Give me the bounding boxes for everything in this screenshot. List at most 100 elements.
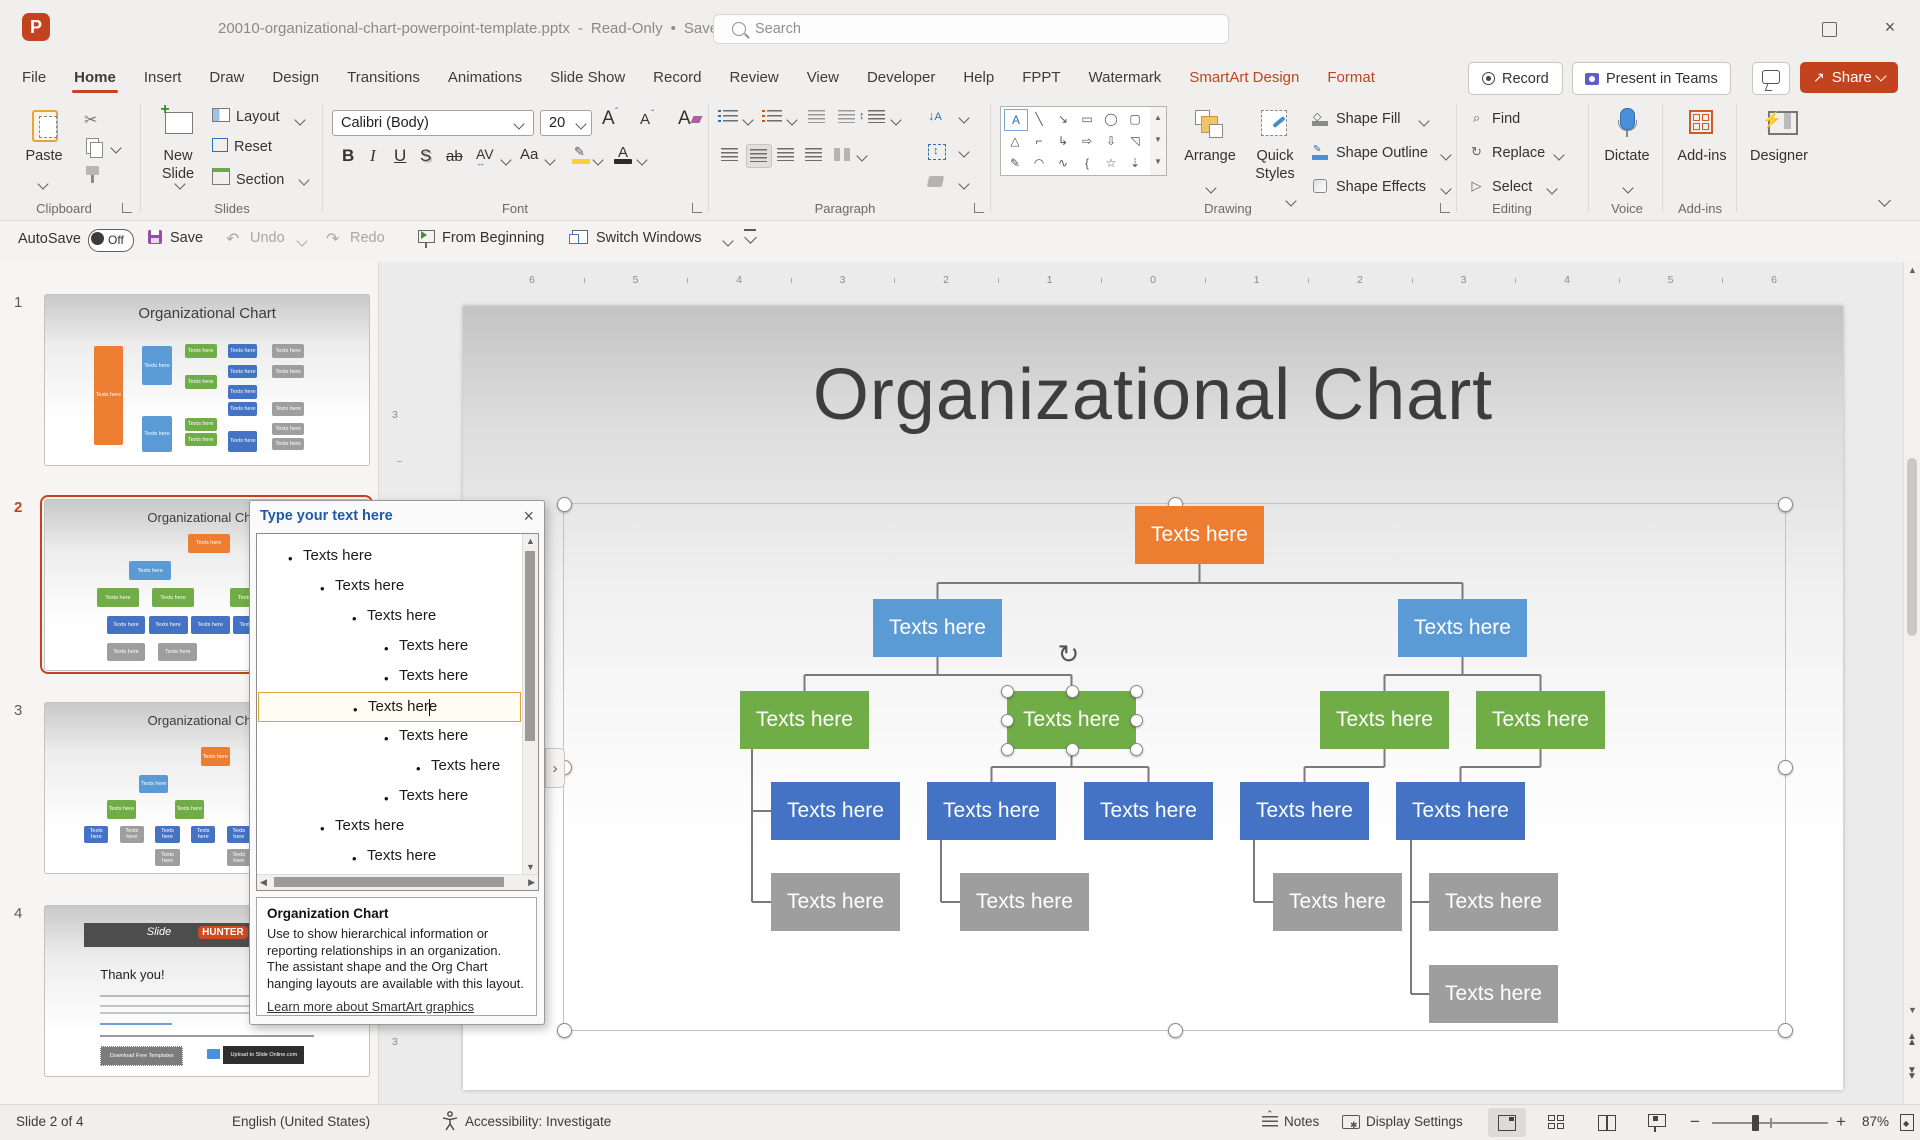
notes-button[interactable]: ⌃Notes [1262, 1110, 1332, 1136]
org-node-2[interactable]: Texts here [1398, 599, 1527, 657]
shape-effects-button[interactable]: Shape Effects [1312, 178, 1462, 200]
tab-home[interactable]: Home [60, 60, 130, 95]
record-button[interactable]: Record [1468, 62, 1563, 95]
org-node-0[interactable]: Texts here [1135, 506, 1264, 564]
scroll-down-icon[interactable]: ▼ [526, 863, 535, 872]
scroll-up-icon[interactable]: ▲ [526, 537, 535, 546]
text-direction-button[interactable]: ↓A [928, 108, 954, 128]
reset-button[interactable]: Reset [212, 138, 312, 160]
rotate-handle-icon[interactable]: ↻ [1058, 639, 1080, 670]
view-reading-button[interactable] [1588, 1108, 1626, 1137]
org-node-9[interactable]: Texts here [1084, 782, 1213, 840]
quick-styles-button[interactable]: QuickStyles [1244, 104, 1306, 200]
text-pane-item[interactable]: •Texts here [258, 602, 521, 632]
org-node-13[interactable]: Texts here [960, 873, 1089, 931]
text-pane-item-label[interactable]: Texts here [431, 757, 500, 774]
text-pane-item[interactable]: •Texts here [258, 812, 521, 842]
tab-transitions[interactable]: Transitions [333, 60, 434, 95]
scrollbar-thumb[interactable] [1907, 458, 1917, 636]
text-pane-item[interactable]: •Texts here [258, 542, 521, 572]
search-box[interactable]: Search [713, 14, 1229, 44]
cut-icon[interactable]: ✂ [84, 110, 97, 130]
org-node-8[interactable]: Texts here [927, 782, 1056, 840]
shape-icon[interactable]: ↳ [1052, 131, 1074, 151]
dialog-launcher-icon[interactable] [974, 203, 984, 213]
shadow-button[interactable]: S [420, 146, 431, 166]
scroll-right-icon[interactable]: ▶ [528, 878, 535, 887]
org-node-5[interactable]: Texts here [1320, 691, 1449, 749]
change-case-button[interactable]: Aa [520, 146, 538, 163]
shape-selection-handle[interactable] [1001, 714, 1014, 727]
text-pane-item-label[interactable]: Texts here [367, 847, 436, 864]
dialog-launcher-icon[interactable] [692, 203, 702, 213]
shape-selection-handle[interactable] [1130, 743, 1143, 756]
designer-button[interactable]: ⚡Designer [1746, 104, 1812, 200]
gallery-more-icon[interactable]: ▼ [1150, 151, 1166, 173]
section-button[interactable]: Section [212, 168, 312, 190]
columns-button[interactable] [834, 148, 851, 161]
org-node-6[interactable]: Texts here [1476, 691, 1605, 749]
learn-more-link[interactable]: Learn more about SmartArt graphics [267, 999, 526, 1014]
switch-windows-button[interactable]: Switch Windows [572, 229, 756, 251]
slide-canvas[interactable]: Organizational Chart Texts hereTexts her… [463, 306, 1843, 1090]
decrease-font-size-button[interactable]: Aˇ [640, 111, 650, 128]
text-pane-item[interactable]: •Texts here [258, 782, 521, 812]
increase-font-size-button[interactable]: Aˆ [602, 108, 615, 130]
shape-icon[interactable]: ◯ [1100, 109, 1122, 129]
shape-selection-handle[interactable] [1130, 714, 1143, 727]
shape-icon[interactable]: ◠ [1028, 153, 1050, 173]
tab-developer[interactable]: Developer [853, 60, 949, 95]
gallery-down-icon[interactable]: ▼ [1150, 129, 1166, 151]
text-pane-item-label[interactable]: Texts here [368, 698, 437, 715]
org-node-16[interactable]: Texts here [1429, 965, 1558, 1023]
tab-animations[interactable]: Animations [434, 60, 536, 95]
view-normal-button[interactable] [1488, 1108, 1526, 1137]
bold-button[interactable]: B [342, 146, 354, 166]
text-pane-item[interactable]: •Texts here [258, 752, 521, 782]
previous-slide-button[interactable]: ▲▲ [1906, 1034, 1918, 1046]
increase-indent-button[interactable] [838, 110, 855, 123]
text-pane-item[interactable]: •Texts here [258, 572, 521, 602]
text-pane-item-label[interactable]: Texts here [335, 577, 404, 594]
restore-window-button[interactable] [1822, 22, 1837, 37]
redo-button[interactable]: ↷Redo [326, 229, 400, 251]
numbering-button[interactable] [762, 110, 782, 126]
powerpoint-app-icon[interactable]: P [22, 13, 50, 41]
present-in-teams-button[interactable]: Present in Teams [1572, 62, 1731, 95]
scroll-down-icon[interactable]: ▼ [1908, 1006, 1917, 1015]
text-pane-item-label[interactable]: Texts here [399, 637, 468, 654]
text-pane-toggle[interactable]: › [545, 748, 565, 788]
hthumb[interactable] [274, 877, 504, 887]
text-pane-item-label[interactable]: Texts here [367, 607, 436, 624]
text-pane-vscrollbar[interactable]: ▲ ▼ [522, 534, 538, 875]
tab-file[interactable]: File [8, 60, 60, 95]
dialog-launcher-icon[interactable] [1440, 203, 1450, 213]
view-slideshow-button[interactable] [1638, 1108, 1676, 1137]
align-justify-button[interactable] [802, 144, 826, 166]
convert-to-smartart-button[interactable] [928, 176, 950, 192]
shape-icon[interactable]: △ [1004, 131, 1026, 151]
text-pane-item[interactable]: •Texts here [258, 692, 521, 722]
tab-watermark[interactable]: Watermark [1075, 60, 1176, 95]
tab-smartart-design[interactable]: SmartArt Design [1175, 60, 1313, 95]
add-ins-button[interactable]: Add-ins [1672, 104, 1732, 200]
vthumb[interactable] [525, 551, 535, 741]
next-slide-button[interactable]: ▼▼ [1906, 1068, 1918, 1080]
close-window-button[interactable]: × [1882, 20, 1898, 36]
italic-button[interactable]: I [370, 146, 376, 166]
tab-review[interactable]: Review [716, 60, 793, 95]
org-node-14[interactable]: Texts here [1273, 873, 1402, 931]
org-node-1[interactable]: Texts here [873, 599, 1002, 657]
zoom-percentage[interactable]: 87% [1862, 1114, 1889, 1129]
tab-design[interactable]: Design [258, 60, 333, 95]
display-settings-button[interactable]: ✱Display Settings [1342, 1110, 1492, 1136]
replace-button[interactable]: ↻Replace [1468, 144, 1578, 166]
tab-help[interactable]: Help [949, 60, 1008, 95]
bullets-button[interactable] [718, 110, 738, 126]
shape-icon[interactable]: ☆ [1100, 153, 1122, 173]
text-pane-item[interactable]: •Texts here [258, 722, 521, 752]
shape-icon[interactable]: ⇩ [1100, 131, 1122, 151]
shape-icon[interactable]: ✎ [1004, 153, 1026, 173]
shape-icon[interactable]: A [1004, 109, 1028, 131]
zoom-slider-thumb[interactable] [1752, 1115, 1759, 1131]
